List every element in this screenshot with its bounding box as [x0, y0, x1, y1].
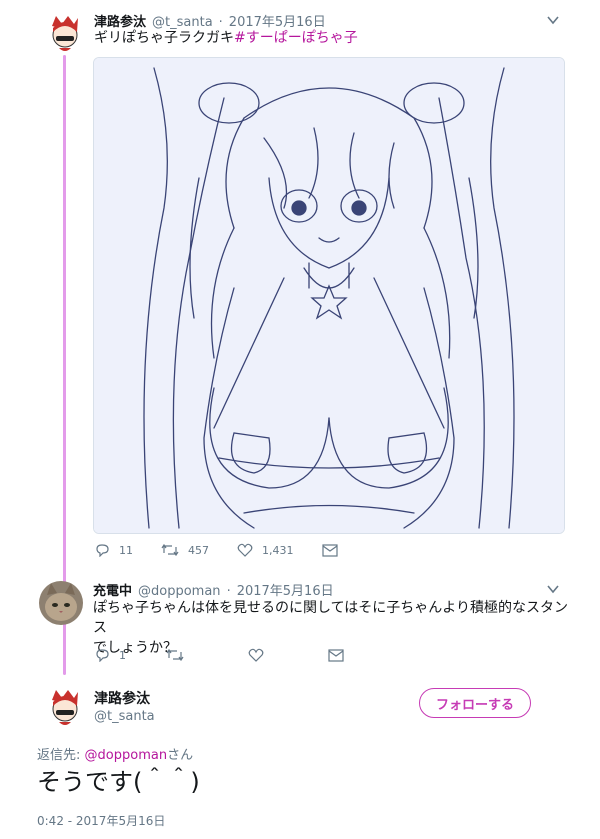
tweet-image[interactable] — [93, 57, 565, 534]
user-handle[interactable]: @doppoman — [138, 584, 221, 599]
retweet-icon — [166, 648, 184, 662]
tweet-timestamp[interactable]: 0:42 - 2017年5月16日 — [37, 812, 165, 829]
dm-icon — [321, 543, 338, 557]
display-name[interactable]: 充電中 — [93, 584, 132, 599]
reply-icon — [96, 649, 109, 662]
dm-icon — [328, 648, 344, 662]
dm-button[interactable] — [321, 543, 347, 557]
display-name[interactable]: 津路参汰 — [94, 688, 150, 708]
like-button[interactable]: 1,431 — [237, 543, 294, 557]
follow-button[interactable]: フォローする — [419, 688, 531, 718]
reply-count: 11 — [119, 543, 133, 557]
reply-button[interactable]: 1 — [95, 648, 126, 662]
reply-icon — [96, 544, 109, 557]
tweet-actions: 1 — [95, 648, 381, 662]
retweet-button[interactable] — [166, 648, 193, 662]
like-button[interactable] — [248, 648, 273, 662]
chevron-down-icon[interactable] — [546, 582, 560, 596]
reply-button[interactable]: 11 — [95, 543, 133, 557]
main-tweet-text: そうです(＾＾) — [37, 768, 200, 796]
tweet-text: ギリぽちゃ子ラクガキ#すーぱーぽちゃ子 — [94, 30, 358, 46]
retweet-button[interactable]: 457 — [161, 543, 209, 557]
chevron-down-icon[interactable] — [546, 13, 560, 27]
reply-to-line: 返信先: @doppomanさん — [37, 748, 194, 763]
avatar[interactable] — [39, 581, 83, 625]
user-handle[interactable]: @t_santa — [94, 709, 155, 724]
retweet-icon — [161, 543, 179, 557]
heart-icon — [248, 648, 264, 662]
tweet-header: 充電中 @doppoman · 2017年5月16日 — [93, 584, 334, 599]
tweet-actions: 11 457 1,431 — [95, 543, 375, 557]
mention-link[interactable]: @doppoman — [85, 748, 168, 763]
avatar[interactable] — [42, 10, 86, 54]
heart-icon — [237, 543, 253, 557]
hashtag-link[interactable]: #すーぱーぽちゃ子 — [234, 30, 358, 46]
reply-count: 1 — [119, 648, 126, 662]
like-count: 1,431 — [262, 543, 294, 557]
retweet-count: 457 — [188, 543, 209, 557]
tweet-date[interactable]: 2017年5月16日 — [237, 584, 334, 599]
dm-button[interactable] — [328, 648, 353, 662]
avatar[interactable] — [42, 684, 86, 728]
